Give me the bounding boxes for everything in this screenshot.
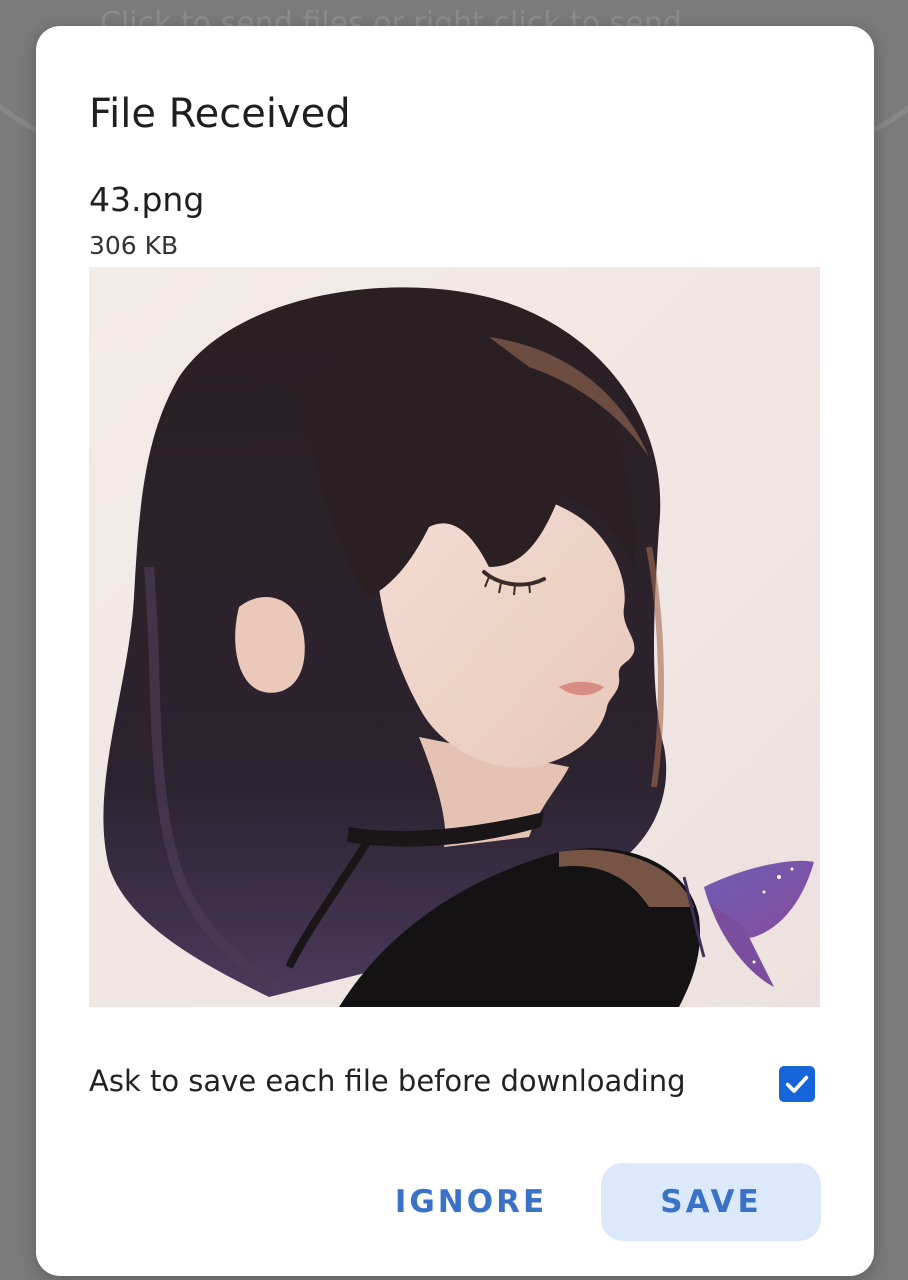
preview-illustration bbox=[89, 267, 820, 1007]
checkmark-icon bbox=[785, 1075, 809, 1093]
file-received-dialog: File Received 43.png 306 KB Ask to save … bbox=[36, 26, 874, 1276]
ignore-button[interactable]: IGNORE bbox=[366, 1163, 576, 1241]
save-button[interactable]: SAVE bbox=[601, 1163, 821, 1241]
ask-before-download-label: Ask to save each file before downloading bbox=[89, 1064, 686, 1098]
file-name: 43.png bbox=[89, 180, 205, 219]
image-preview bbox=[89, 267, 820, 1007]
ask-before-download-checkbox[interactable] bbox=[779, 1066, 815, 1102]
file-size: 306 KB bbox=[89, 231, 179, 260]
dialog-title: File Received bbox=[89, 91, 351, 137]
